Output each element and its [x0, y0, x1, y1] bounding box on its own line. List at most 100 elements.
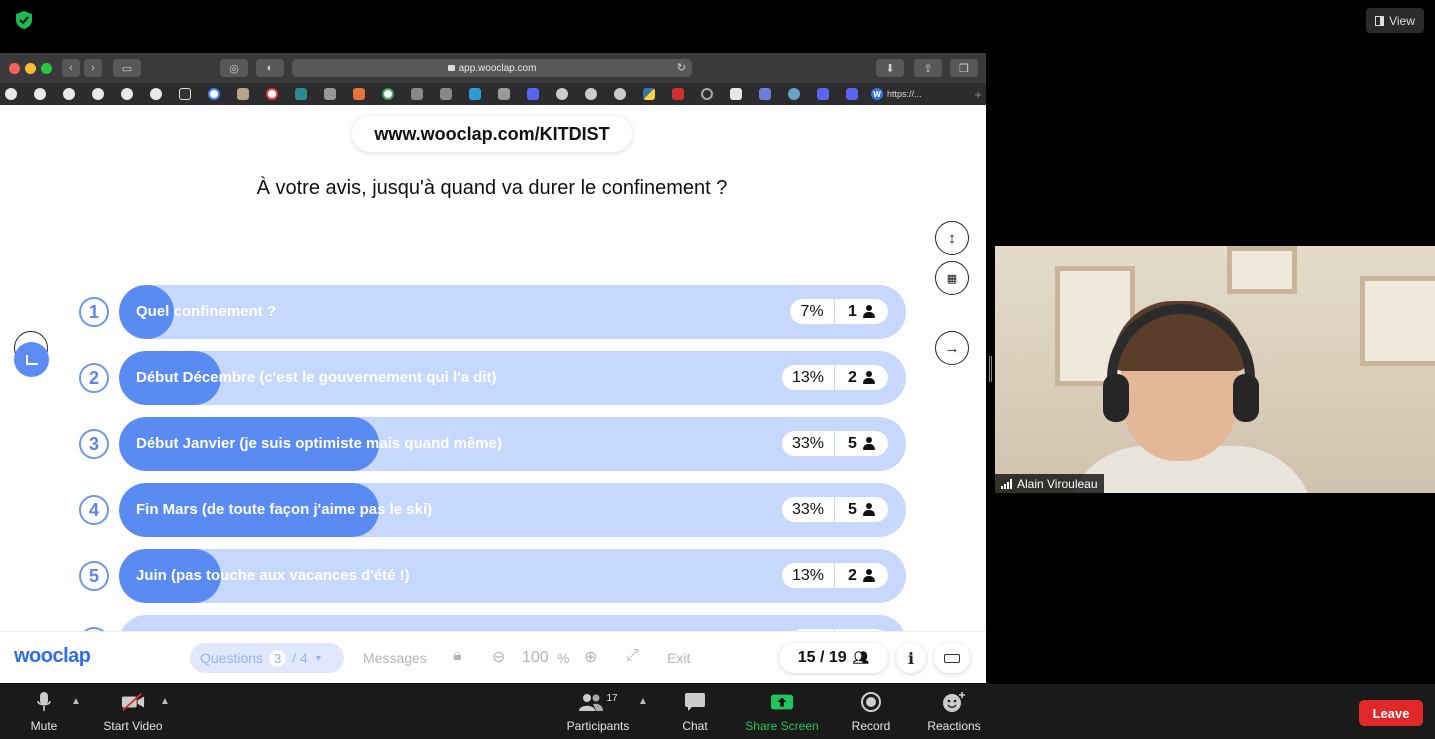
- messages-button[interactable]: Messages: [363, 650, 427, 666]
- option-number: 2: [79, 363, 109, 393]
- answer-bar: Quel confinement ? 7% 1: [119, 285, 906, 339]
- extension-icon[interactable]: ◎: [220, 59, 248, 77]
- panel-splitter-handle[interactable]: [989, 356, 992, 382]
- record-icon: [859, 691, 883, 713]
- participants-button[interactable]: 17 Participants: [560, 684, 636, 739]
- favorite-icon[interactable]: [175, 87, 195, 101]
- wall-frame: [1227, 246, 1297, 294]
- google-icon[interactable]: [378, 87, 398, 101]
- tabs-overview-icon[interactable]: ❐: [950, 59, 978, 77]
- info-button[interactable]: i: [896, 643, 926, 673]
- favorite-icon[interactable]: [30, 87, 50, 101]
- minimize-window-button[interactable]: [25, 63, 36, 74]
- answer-bar: Début Janvier (je suis optimiste mais qu…: [119, 417, 906, 471]
- zoom-in-icon[interactable]: ⊕: [584, 647, 597, 667]
- reload-icon[interactable]: ↻: [677, 61, 686, 74]
- google-icon[interactable]: [262, 87, 282, 101]
- favorite-icon[interactable]: [407, 87, 427, 101]
- video-options-caret-icon[interactable]: ▲: [160, 696, 170, 707]
- mute-label: Mute: [30, 719, 58, 733]
- favorite-icon[interactable]: [552, 87, 572, 101]
- favorite-icon[interactable]: [813, 87, 833, 101]
- exit-button[interactable]: Exit: [667, 650, 690, 666]
- chat-button[interactable]: Chat: [675, 684, 715, 739]
- address-bar[interactable]: app.wooclap.com ↻: [292, 59, 692, 77]
- favorite-icon[interactable]: [146, 87, 166, 101]
- participant-video-tile[interactable]: Alain Virouleau: [995, 246, 1435, 493]
- forward-icon[interactable]: ›: [84, 59, 102, 77]
- shield-extension-icon[interactable]: ◐: [256, 59, 284, 77]
- mute-button[interactable]: Mute: [24, 684, 64, 739]
- answer-count-value: 1: [848, 302, 857, 320]
- favorite-icon[interactable]: [320, 87, 340, 101]
- zoom-controls-bar: Mute ▲ Start Video ▲ 17 Participants ▲ C…: [0, 684, 1435, 739]
- participants-caret-icon[interactable]: ▲: [638, 696, 648, 707]
- next-question-button[interactable]: →: [935, 331, 969, 365]
- python-icon[interactable]: [639, 87, 659, 101]
- record-button[interactable]: Record: [846, 684, 896, 739]
- favorite-icon[interactable]: [581, 87, 601, 101]
- results-chart-icon[interactable]: [14, 342, 49, 377]
- reactions-emoji-icon: [942, 691, 966, 713]
- reactions-button[interactable]: Reactions: [922, 684, 986, 739]
- answer-count: 2: [834, 365, 888, 390]
- sidebar-toggle-icon[interactable]: ▭: [113, 59, 141, 77]
- share-icon[interactable]: ⇪: [914, 59, 942, 77]
- close-window-button[interactable]: [9, 63, 20, 74]
- new-tab-plus-icon[interactable]: +: [974, 87, 982, 102]
- answer-percent: 13%: [782, 365, 834, 390]
- favorite-icon[interactable]: [436, 87, 456, 101]
- security-shield-icon[interactable]: [14, 10, 34, 30]
- back-icon[interactable]: ‹: [62, 59, 80, 77]
- favorite-icon[interactable]: [1, 87, 21, 101]
- favorite-icon[interactable]: [610, 87, 630, 101]
- favorite-icon[interactable]: [291, 87, 311, 101]
- qr-code-icon[interactable]: ▦: [935, 261, 969, 295]
- user-icon: [862, 305, 875, 318]
- favorite-icon[interactable]: [668, 87, 688, 101]
- leave-button[interactable]: Leave: [1359, 700, 1423, 726]
- zoom-out-icon[interactable]: ⊖: [492, 647, 505, 667]
- google-icon[interactable]: [204, 87, 224, 101]
- favorite-icon[interactable]: [842, 87, 862, 101]
- resize-vertical-icon[interactable]: ↕: [935, 221, 969, 255]
- favorite-icon[interactable]: [494, 87, 514, 101]
- answer-text: Juin (pas touche aux vacances d'été !): [136, 567, 410, 584]
- group-icon: 👥︎: [852, 650, 870, 665]
- favorite-icon[interactable]: [349, 87, 369, 101]
- fullscreen-window-button[interactable]: [41, 63, 52, 74]
- start-video-button[interactable]: Start Video: [98, 684, 168, 739]
- favorite-icon[interactable]: [88, 87, 108, 101]
- favorite-icon[interactable]: [233, 87, 253, 101]
- view-button[interactable]: View: [1366, 8, 1424, 33]
- favorite-tab-wooclap[interactable]: W https://...: [871, 88, 931, 100]
- favorite-icon[interactable]: [726, 87, 746, 101]
- answer-count: 5: [834, 431, 888, 456]
- favorite-icon[interactable]: [117, 87, 137, 101]
- favorite-icon[interactable]: [755, 87, 775, 101]
- question-title: À votre avis, jusqu'à quand va durer le …: [256, 177, 728, 199]
- favorite-icon[interactable]: [465, 87, 485, 101]
- wooclap-presentation: www.wooclap.com/KITDIST À votre avis, ju…: [0, 105, 986, 683]
- question-total: / 4: [292, 650, 308, 666]
- keyboard-icon[interactable]: [934, 643, 970, 673]
- fullscreen-icon[interactable]: ⤢: [626, 647, 639, 665]
- favorite-icon[interactable]: [523, 87, 543, 101]
- user-icon: [862, 569, 875, 582]
- answer-bar: Juin (pas touche aux vacances d'été !) 1…: [119, 549, 906, 603]
- favorite-icon[interactable]: [697, 87, 717, 101]
- zoom-level: 100: [522, 649, 549, 666]
- share-screen-button[interactable]: Share Screen: [740, 684, 824, 739]
- questions-selector[interactable]: Questions 3 / 4 ▼: [190, 643, 344, 673]
- download-icon[interactable]: ⬇: [876, 59, 904, 77]
- answer-count-value: 5: [848, 434, 857, 452]
- event-url: www.wooclap.com/KITDIST: [352, 116, 632, 152]
- favorite-icon[interactable]: [784, 87, 804, 101]
- lock-icon[interactable]: 🔒︎: [453, 647, 462, 665]
- participants-counter-value: 15 / 19: [797, 649, 847, 666]
- answer-text: Début Décembre (c'est le gouvernement qu…: [136, 369, 497, 386]
- favorite-icon[interactable]: [59, 87, 79, 101]
- participants-label: Participants: [566, 719, 630, 733]
- audio-options-caret-icon[interactable]: ▲: [71, 696, 81, 707]
- answer-count: 2: [834, 563, 888, 588]
